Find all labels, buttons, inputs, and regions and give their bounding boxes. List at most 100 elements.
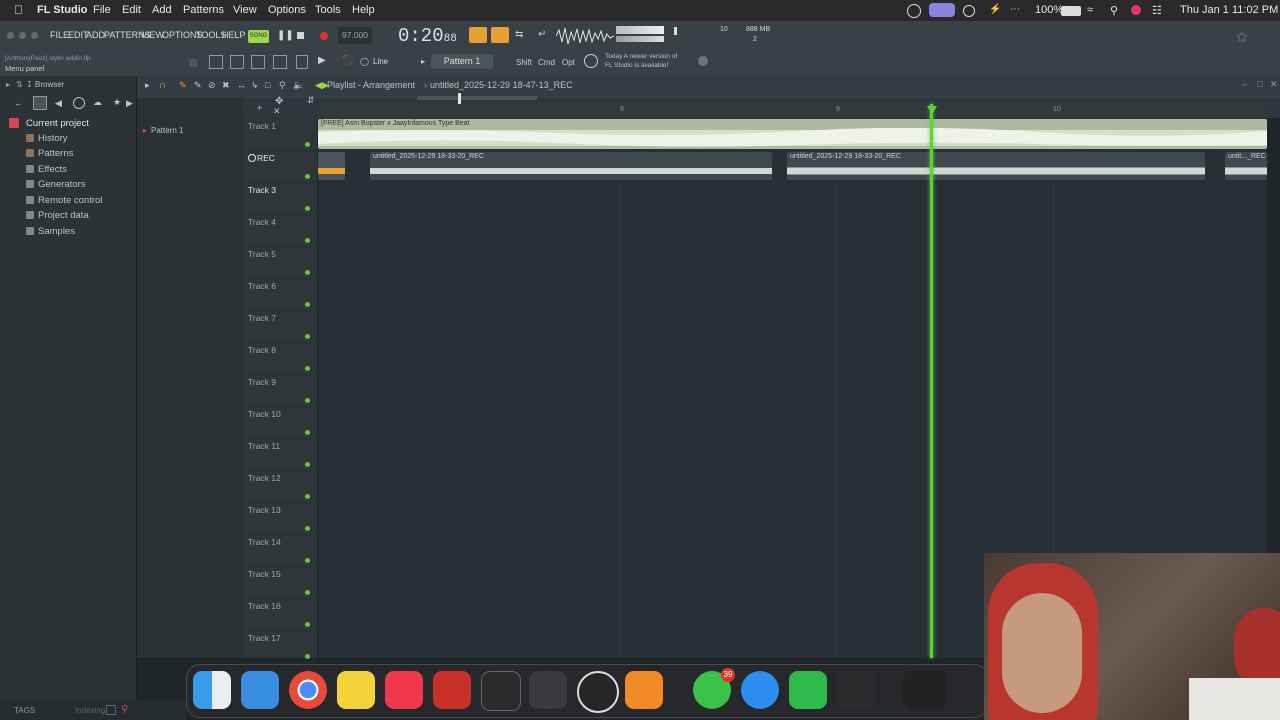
search-icon[interactable]: ⚲ xyxy=(1110,4,1118,17)
track-header-4[interactable]: Track 4 xyxy=(243,214,317,247)
messages-icon[interactable]: 39 xyxy=(693,668,735,709)
channel-rack-icon[interactable] xyxy=(251,55,265,69)
snap-magnet-icon[interactable] xyxy=(189,59,197,67)
loop-record-icon[interactable]: ↵ xyxy=(538,29,546,40)
chrome-icon[interactable] xyxy=(289,671,327,709)
wifi-icon[interactable]: ≈ xyxy=(1087,4,1093,16)
browser-item-generators[interactable]: Generators xyxy=(26,179,86,190)
arrangement-name[interactable]: untitled_2025-12-29 18-47-13_REC xyxy=(430,80,573,90)
browser-back-icon[interactable]: ◀ xyxy=(55,98,62,109)
horizontal-scrollbar[interactable] xyxy=(417,96,537,100)
track-header-10[interactable]: Track 10 xyxy=(243,406,317,439)
track-name-11[interactable]: Track 11 xyxy=(248,441,280,451)
select-tool-icon[interactable]: □ xyxy=(265,80,270,90)
maximize-playlist-icon[interactable]: □ xyxy=(1257,79,1262,89)
slip-tool-icon[interactable]: ↔ xyxy=(237,80,246,90)
track-name-13[interactable]: Track 13 xyxy=(248,505,281,515)
song-mode-toggle[interactable]: SONG xyxy=(248,30,269,43)
metronome-icon[interactable] xyxy=(469,27,487,43)
slice-tool-icon[interactable]: ↳ xyxy=(251,80,259,91)
browser-item-current-project[interactable]: Current project xyxy=(26,118,89,129)
track-enable-led[interactable] xyxy=(305,462,310,467)
stop-button[interactable] xyxy=(297,32,304,39)
browser-more-icon[interactable]: ▶ xyxy=(126,98,133,109)
picker-item-pattern-1[interactable]: Pattern 1 xyxy=(151,126,183,135)
browser-cloud-icon[interactable]: ☁ xyxy=(93,97,102,108)
notes-icon[interactable] xyxy=(337,671,375,709)
app-name-menu[interactable]: FL Studio xyxy=(37,4,88,16)
track-header-9[interactable]: Track 9 xyxy=(243,374,317,407)
launchpad-icon[interactable] xyxy=(529,671,567,709)
timeline-ruler[interactable]: 8 9 10 xyxy=(318,104,1267,118)
recent-window-thumbnail[interactable] xyxy=(903,671,947,709)
browser-item-patterns[interactable]: Patterns xyxy=(26,148,73,159)
track-name-15[interactable]: Track 15 xyxy=(248,569,281,579)
news-icon[interactable] xyxy=(584,54,598,68)
close-playlist-icon[interactable]: ✕ xyxy=(1270,79,1278,90)
track-enable-led[interactable] xyxy=(305,334,310,339)
fl-menu-add[interactable]: ADD xyxy=(86,30,105,40)
track-name-5[interactable]: Track 5 xyxy=(248,249,276,259)
playback-tool-icon[interactable]: 🔈 xyxy=(293,80,304,91)
track-enable-led[interactable] xyxy=(305,206,310,211)
lock-icon[interactable]: ◯ xyxy=(360,57,369,66)
news-line-2[interactable]: FL Studio is available! xyxy=(605,62,668,69)
track-header-3[interactable]: Track 3 xyxy=(243,182,317,215)
phone-icon[interactable] xyxy=(789,671,827,709)
menu-help[interactable]: Help xyxy=(352,4,375,16)
menu-options[interactable]: Options xyxy=(268,4,306,16)
track-header-16[interactable]: Track 16 xyxy=(243,598,317,631)
pattern-selector[interactable]: Pattern 1 xyxy=(431,54,493,69)
browser-down-icon[interactable]: ↧ xyxy=(26,80,33,89)
magnet-icon[interactable]: ∩ xyxy=(159,80,166,91)
microphone-icon[interactable]: ⚫ xyxy=(341,55,353,66)
cmd-key[interactable]: Cmd xyxy=(538,58,555,67)
mute-tool-icon[interactable]: ✖ xyxy=(222,80,230,91)
track-enable-led[interactable] xyxy=(305,302,310,307)
delete-tool-icon[interactable]: ⊘ xyxy=(208,80,216,91)
track-name-8[interactable]: Track 8 xyxy=(248,345,276,355)
track-enable-led[interactable] xyxy=(305,558,310,563)
plugin-icon[interactable] xyxy=(296,55,308,69)
track-enable-led[interactable] xyxy=(305,398,310,403)
browser-collapse-icon[interactable]: ← xyxy=(14,98,23,108)
fl-menu-view[interactable]: VIEW xyxy=(141,30,164,40)
menu-add[interactable]: Add xyxy=(152,4,172,16)
obs-icon[interactable] xyxy=(577,671,619,713)
record-button[interactable] xyxy=(320,32,328,40)
accessibility-icon[interactable] xyxy=(907,4,921,18)
pattern-prev-icon[interactable]: ▸ xyxy=(421,57,425,66)
audio-clip-rec-2[interactable]: untitled_2025-12-29 18-33-20_REC xyxy=(787,152,1205,180)
track-header-8[interactable]: Track 8 xyxy=(243,342,317,375)
track-enable-led[interactable] xyxy=(305,366,310,371)
track-add-icon[interactable]: + xyxy=(257,103,262,113)
screen-mirror-icon[interactable] xyxy=(929,3,955,17)
online-icon[interactable] xyxy=(698,56,708,66)
track-name-17[interactable]: Track 17 xyxy=(248,633,281,643)
track-header-15[interactable]: Track 15 xyxy=(243,566,317,599)
playhead[interactable] xyxy=(930,104,933,658)
browser-item-project-data[interactable]: Project data xyxy=(26,210,89,221)
draw-tool-icon[interactable]: ✎ xyxy=(179,80,187,91)
window-minimize-button[interactable] xyxy=(19,32,26,39)
menu-tools[interactable]: Tools xyxy=(315,4,341,16)
shift-key[interactable]: Shift xyxy=(516,58,532,67)
control-center-icon[interactable]: ☷ xyxy=(1152,4,1162,17)
track-name-10[interactable]: Track 10 xyxy=(248,409,281,419)
audio-clip-rec-1[interactable]: untitled_2025-12-29 18-33-20_REC xyxy=(370,152,772,180)
track-name-6[interactable]: Track 6 xyxy=(248,281,276,291)
track-enable-led[interactable] xyxy=(305,174,310,179)
timeline-menu-icon[interactable]: ⇵ xyxy=(307,95,315,106)
tempo-display[interactable]: 97.000 xyxy=(338,27,372,44)
track-header-11[interactable]: Track 11 xyxy=(243,438,317,471)
opt-key[interactable]: Opt xyxy=(562,58,575,67)
window-close-button[interactable] xyxy=(7,32,14,39)
mixer-icon[interactable] xyxy=(273,55,287,69)
flstudio-icon[interactable] xyxy=(625,671,663,709)
track-name-12[interactable]: Track 12 xyxy=(248,473,281,483)
play-pattern-icon[interactable]: ▶ xyxy=(318,55,326,66)
track-header-12[interactable]: Track 12 xyxy=(243,470,317,503)
dots-icon[interactable]: ⋯ xyxy=(1010,4,1020,15)
safari-icon[interactable] xyxy=(741,671,779,709)
minimize-playlist-icon[interactable]: – xyxy=(1242,79,1247,89)
